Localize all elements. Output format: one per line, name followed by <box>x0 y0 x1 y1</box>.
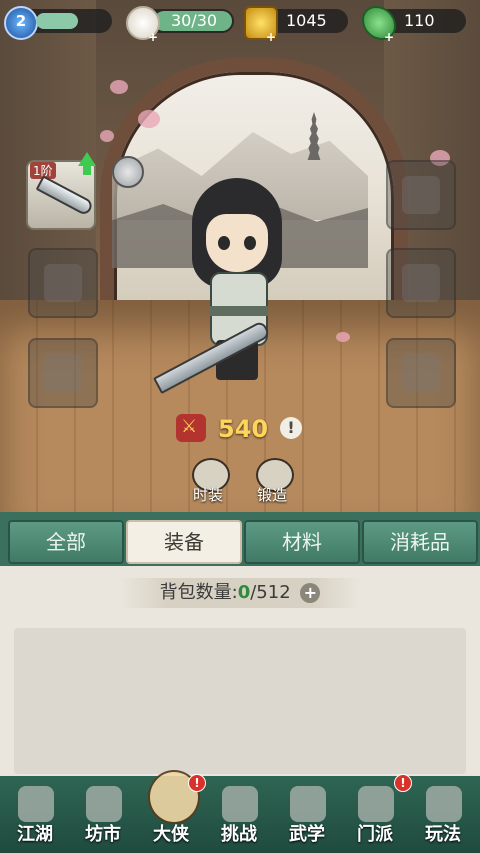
inventory-tabs: 全部 装备 材料 消耗品 <box>0 512 480 566</box>
hero-eye <box>244 236 256 250</box>
blossom-petal <box>110 80 128 94</box>
hero-alert-badge: ! <box>188 774 206 792</box>
power-info-button[interactable]: ! <box>280 417 302 439</box>
stamina-counter[interactable]: + 30/30 <box>126 6 234 44</box>
sword-icon <box>35 175 95 217</box>
crossed-swords-icon <box>176 414 206 442</box>
bag-item-grid[interactable] <box>14 628 466 774</box>
stamina-value: 30/30 <box>170 11 218 30</box>
nav-hero[interactable]: ! 大侠 <box>140 770 206 853</box>
level-icon: 2 <box>4 6 38 40</box>
bag-capacity: 背包数量:0/512 + <box>120 578 360 608</box>
tab-materials[interactable]: 材料 <box>244 520 360 564</box>
coin-add-icon[interactable]: + <box>266 25 276 49</box>
sect-alert-badge: ! <box>394 774 412 792</box>
stamina-add-icon[interactable]: + <box>148 25 158 49</box>
nav-label: 武学 <box>289 824 325 845</box>
nav-jianghu[interactable]: 江湖 <box>4 776 66 853</box>
necklace-slot[interactable] <box>386 248 456 318</box>
nav-label: 玩法 <box>425 824 461 845</box>
pants-slot[interactable] <box>28 338 98 408</box>
sect-gate-icon <box>358 786 394 822</box>
costume-label: 时装 <box>192 486 223 504</box>
exp-bar <box>36 13 78 29</box>
blossom-petal <box>336 332 350 342</box>
boots-slot[interactable] <box>386 338 456 408</box>
expand-bag-button[interactable]: + <box>300 583 321 603</box>
bottom-nav: 江湖 坊市 ! 大侠 挑战 武学 ! 门派 玩法 <box>0 770 480 853</box>
costume-button[interactable]: 时装 <box>180 454 236 510</box>
resource-bar: 2 + 30/30 + 1045 + 110 <box>0 0 480 44</box>
combat-power-value: 540 <box>218 415 269 443</box>
jade-value: 110 <box>404 11 435 30</box>
upgrade-arrow-stem <box>83 165 91 175</box>
jade-add-icon[interactable]: + <box>384 25 394 49</box>
tab-all[interactable]: 全部 <box>8 520 124 564</box>
nav-label: 门派 <box>357 824 393 845</box>
bag-panel: 背包数量:0/512 + <box>0 566 480 776</box>
nav-label: 坊市 <box>85 824 121 845</box>
boots-icon <box>402 354 440 392</box>
nav-gameplay[interactable]: 玩法 <box>412 776 474 853</box>
blossom-petal <box>138 110 160 128</box>
nav-label: 挑战 <box>221 824 257 845</box>
hat-icon <box>44 264 82 302</box>
nav-label: 江湖 <box>17 824 53 845</box>
hero-eye <box>218 236 230 250</box>
combat-power: 540 ! <box>176 412 306 446</box>
forge-button[interactable]: 锻造 <box>244 454 300 510</box>
bag-count: 0 <box>237 582 251 603</box>
blossom-petal <box>100 130 114 142</box>
crossed-blades-icon <box>222 786 258 822</box>
gameplay-cauldron-icon <box>426 786 462 822</box>
nav-challenge[interactable]: 挑战 <box>208 776 270 853</box>
hero-character[interactable] <box>153 178 292 398</box>
tab-consumables[interactable]: 消耗品 <box>362 520 478 564</box>
necklace-icon <box>402 264 440 302</box>
accessory-gem-icon[interactable] <box>112 156 144 188</box>
market-stall-icon <box>86 786 122 822</box>
nav-martial-arts[interactable]: 武学 <box>276 776 338 853</box>
level-indicator[interactable]: 2 <box>4 6 112 40</box>
pants-icon <box>44 354 82 392</box>
forge-label: 锻造 <box>256 486 287 504</box>
helmet-slot[interactable] <box>386 160 456 230</box>
bag-max: /512 <box>250 582 291 603</box>
hat-slot[interactable] <box>28 248 98 318</box>
coin-counter[interactable]: + 1045 <box>244 6 348 44</box>
helmet-icon <box>402 176 440 214</box>
scroll-book-icon <box>290 786 326 822</box>
hero-face <box>206 214 268 272</box>
nav-label: 大侠 <box>153 824 189 845</box>
tab-equipment[interactable]: 装备 <box>126 520 242 564</box>
bag-capacity-label: 背包数量: <box>159 582 238 603</box>
upgrade-arrow-icon <box>78 152 96 166</box>
nav-sect[interactable]: ! 门派 <box>344 774 412 853</box>
cauldron-icon <box>18 786 54 822</box>
coin-value: 1045 <box>286 11 327 30</box>
jade-counter[interactable]: + 110 <box>362 6 466 44</box>
nav-market[interactable]: 坊市 <box>72 776 134 853</box>
hero-belt <box>210 306 268 316</box>
